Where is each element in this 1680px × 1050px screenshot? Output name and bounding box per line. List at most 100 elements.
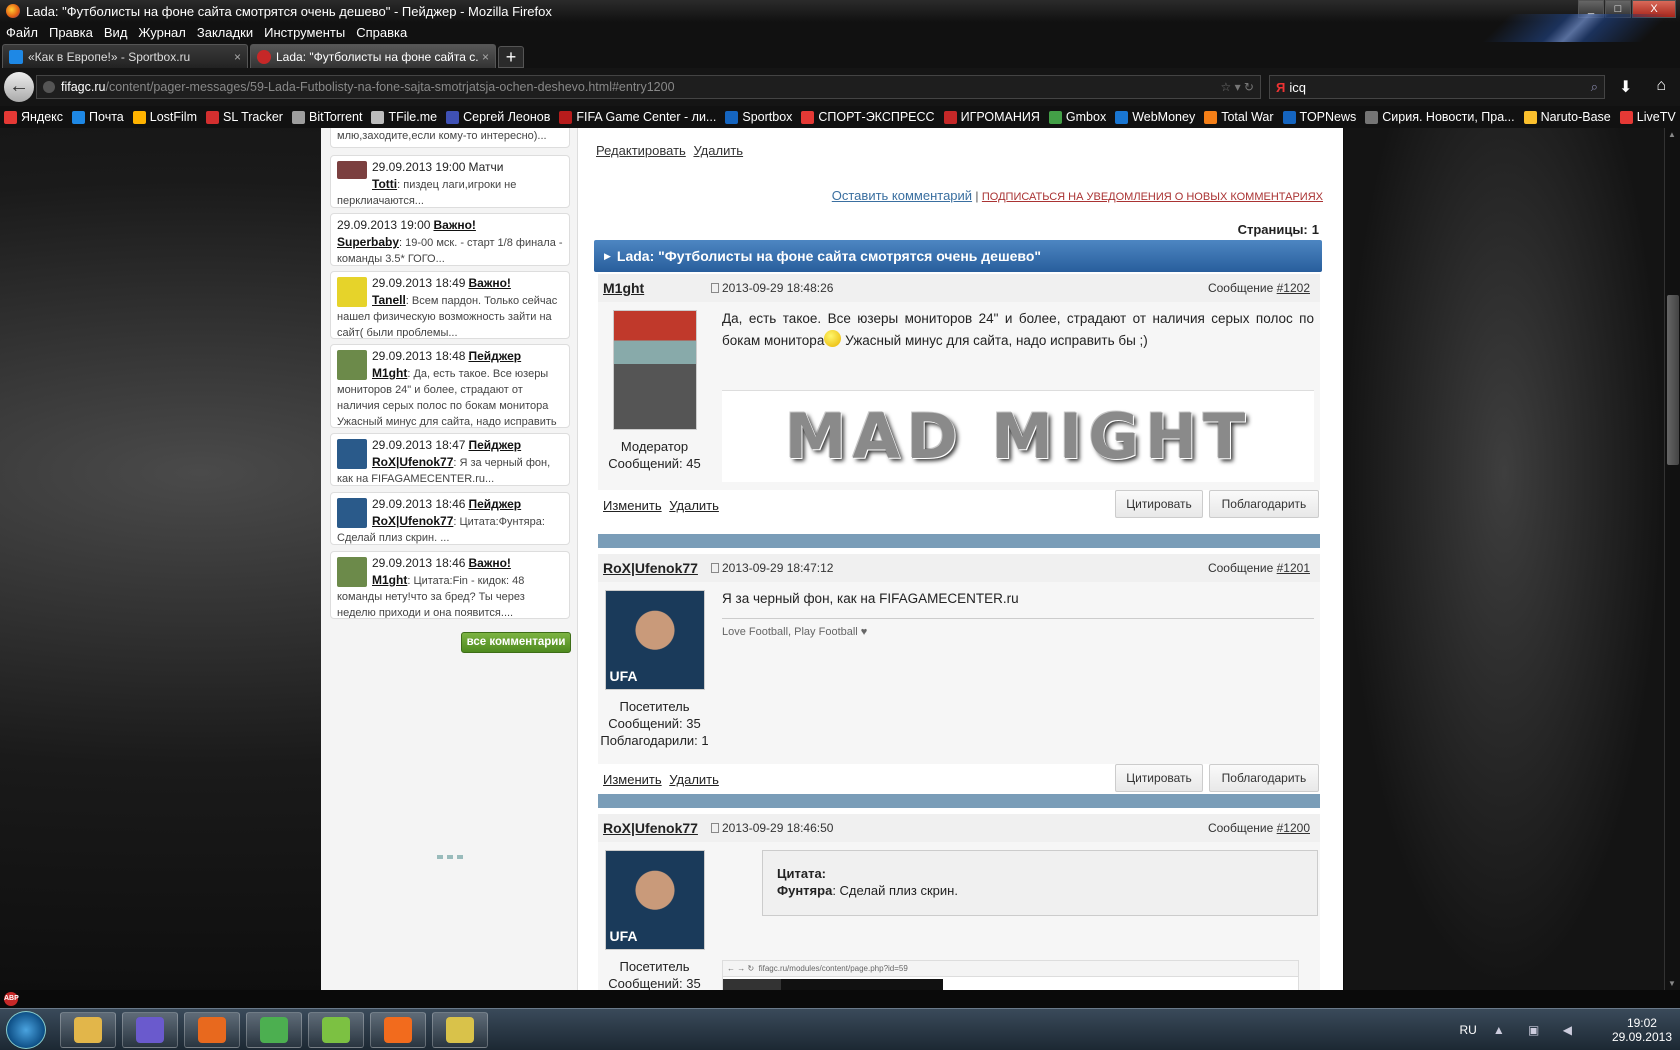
menu-tools[interactable]: Инструменты xyxy=(264,25,345,40)
page-number[interactable]: 1 xyxy=(1312,222,1319,237)
taskbar-explorer-button[interactable] xyxy=(60,1012,116,1048)
menu-file[interactable]: Файл xyxy=(6,25,38,40)
delete-link[interactable]: Удалить xyxy=(693,143,743,158)
taskbar-picasa-button[interactable] xyxy=(246,1012,302,1048)
menu-history[interactable]: Журнал xyxy=(138,25,185,40)
post-author[interactable]: RoX|Ufenok77 xyxy=(598,820,711,836)
menu-help[interactable]: Справка xyxy=(356,25,407,40)
post-author[interactable]: M1ght xyxy=(598,280,711,296)
bookmark-item[interactable]: СПОРТ-ЭКСПРЕСС xyxy=(801,110,935,124)
comment-item[interactable]: 29.09.2013 18:48 Пейджер M1ght: Да, есть… xyxy=(330,344,570,428)
bookmark-item[interactable]: FIFA Game Center - ли... xyxy=(559,110,716,124)
user-avatar[interactable]: UFA xyxy=(604,850,705,950)
bookmark-item[interactable]: Sportbox xyxy=(725,110,792,124)
post-number-link[interactable]: #1200 xyxy=(1277,821,1310,835)
user-avatar[interactable] xyxy=(612,310,697,430)
comment-item[interactable]: 29.09.2013 18:49 Важно! Tanell: Всем пар… xyxy=(330,271,570,339)
clock[interactable]: 19:02 29.09.2013 xyxy=(1612,1016,1672,1044)
bookmark-item[interactable]: TFile.me xyxy=(371,110,437,124)
thank-button[interactable]: Поблагодарить xyxy=(1209,764,1319,792)
tab-close-icon[interactable]: × xyxy=(482,50,489,64)
url-controls[interactable]: ☆ ▾ ↻ xyxy=(1220,80,1254,94)
edit-link[interactable]: Редактировать xyxy=(596,143,686,158)
bookmark-item[interactable]: Naruto-Base xyxy=(1523,110,1611,124)
bookmark-item[interactable]: Total War xyxy=(1204,110,1274,124)
delete-post-link[interactable]: Удалить xyxy=(669,498,719,513)
comment-item[interactable]: 29.09.2013 19:00 Матчи Totti: пиздец лаг… xyxy=(330,155,570,208)
tab-sportbox[interactable]: «Как в Европе!» - Sportbox.ru × xyxy=(2,44,248,68)
user-avatar[interactable] xyxy=(337,439,367,469)
scrollbar-thumb[interactable] xyxy=(1667,295,1679,465)
search-input[interactable]: icq xyxy=(1289,80,1306,95)
edit-post-link[interactable]: Изменить xyxy=(603,772,662,787)
comment-author[interactable]: RoX|Ufenok77 xyxy=(372,455,453,469)
bookmark-item[interactable]: Gmbox xyxy=(1048,110,1106,124)
comment-item[interactable]: млю,заходите,если кому-то интересно)... xyxy=(330,128,570,148)
user-avatar[interactable] xyxy=(337,161,367,179)
comment-author[interactable]: M1ght xyxy=(372,366,407,380)
search-box[interactable]: Я icq ⌕ xyxy=(1269,75,1605,99)
tab-fifagc[interactable]: Lada: "Футболисты на фоне сайта с... × xyxy=(250,44,496,68)
leave-comment-link[interactable]: Оставить комментарий xyxy=(832,188,972,203)
bookmark-item[interactable]: LostFilm xyxy=(132,110,197,124)
delete-post-link[interactable]: Удалить xyxy=(669,772,719,787)
tab-close-icon[interactable]: × xyxy=(234,50,241,64)
menu-view[interactable]: Вид xyxy=(104,25,128,40)
user-avatar[interactable] xyxy=(337,277,367,307)
adblock-icon[interactable]: ABP xyxy=(4,992,19,1006)
bookmark-item[interactable]: SL Tracker xyxy=(206,110,283,124)
back-button[interactable]: ← xyxy=(4,72,34,102)
bookmark-item[interactable]: Сергей Леонов xyxy=(446,110,550,124)
tray-icons[interactable]: ▲ ▣ ◀ xyxy=(1493,1023,1582,1037)
page-scrollbar[interactable]: ▲ ▼ xyxy=(1664,128,1680,990)
thank-button[interactable]: Поблагодарить xyxy=(1209,490,1319,518)
comment-item[interactable]: 29.09.2013 19:00 Важно! Superbaby: 19-00… xyxy=(330,213,570,266)
bookmark-item[interactable]: TOPNews xyxy=(1282,110,1356,124)
taskbar-media-button[interactable] xyxy=(122,1012,178,1048)
comment-author[interactable]: Superbaby xyxy=(337,235,399,249)
search-icon[interactable]: ⌕ xyxy=(1591,79,1598,95)
comment-author[interactable]: Tanell xyxy=(372,293,406,307)
home-icon[interactable]: ⌂ xyxy=(1656,77,1666,97)
bookmark-item[interactable]: ИГРОМАНИЯ xyxy=(943,110,1040,124)
bookmark-item[interactable]: LiveTV xyxy=(1619,110,1676,124)
comment-author[interactable]: M1ght xyxy=(372,573,407,587)
minimize-button[interactable]: _ xyxy=(1578,0,1604,18)
comment-author[interactable]: RoX|Ufenok77 xyxy=(372,514,453,528)
scroll-down-arrow[interactable]: ▼ xyxy=(1668,979,1676,988)
start-button[interactable] xyxy=(6,1011,46,1049)
menu-edit[interactable]: Правка xyxy=(49,25,93,40)
address-bar[interactable]: fifagc.ru/content/pager-messages/59-Lada… xyxy=(36,75,1261,99)
language-indicator[interactable]: RU xyxy=(1459,1023,1476,1037)
quote-author[interactable]: Фунтяра xyxy=(777,883,832,898)
taskbar-origin-button[interactable] xyxy=(370,1012,426,1048)
bookmark-item[interactable]: BitTorrent xyxy=(291,110,362,124)
edit-post-link[interactable]: Изменить xyxy=(603,498,662,513)
quote-button[interactable]: Цитировать xyxy=(1115,490,1203,518)
maximize-button[interactable]: □ xyxy=(1605,0,1631,18)
bookmark-item[interactable]: Почта xyxy=(72,110,124,124)
download-icon[interactable]: ⬇ xyxy=(1619,77,1632,97)
comment-category[interactable]: Матчи xyxy=(468,160,503,174)
yandex-icon[interactable]: Я xyxy=(1276,80,1285,95)
all-comments-button[interactable]: все комментарии xyxy=(461,632,571,653)
close-button[interactable]: X xyxy=(1632,0,1676,18)
bookmark-item[interactable]: Сирия. Новости, Пра... xyxy=(1365,110,1515,124)
comment-item[interactable]: 29.09.2013 18:47 Пейджер RoX|Ufenok77: Я… xyxy=(330,433,570,486)
comment-category[interactable]: Важно! xyxy=(468,556,510,570)
user-avatar[interactable] xyxy=(337,350,367,380)
post-author[interactable]: RoX|Ufenok77 xyxy=(598,560,711,576)
taskbar-icq-button[interactable] xyxy=(308,1012,364,1048)
subscribe-link[interactable]: ПОДПИСАТЬСЯ НА УВЕДОМЛЕНИЯ О НОВЫХ КОММЕ… xyxy=(982,191,1323,203)
comment-item[interactable]: 29.09.2013 18:46 Пейджер RoX|Ufenok77: Ц… xyxy=(330,492,570,545)
bookmark-item[interactable]: WebMoney xyxy=(1115,110,1195,124)
quote-button[interactable]: Цитировать xyxy=(1115,764,1203,792)
comment-category[interactable]: Важно! xyxy=(433,218,475,232)
new-tab-button[interactable]: + xyxy=(498,46,524,68)
taskbar-game-button[interactable] xyxy=(432,1012,488,1048)
bookmark-item[interactable]: Яндекс xyxy=(4,110,63,124)
taskbar-firefox-button[interactable] xyxy=(184,1012,240,1048)
comment-category[interactable]: Пейджер xyxy=(468,349,521,363)
comment-item[interactable]: 29.09.2013 18:46 Важно! M1ght: Цитата:Fi… xyxy=(330,551,570,619)
comment-category[interactable]: Важно! xyxy=(468,276,510,290)
